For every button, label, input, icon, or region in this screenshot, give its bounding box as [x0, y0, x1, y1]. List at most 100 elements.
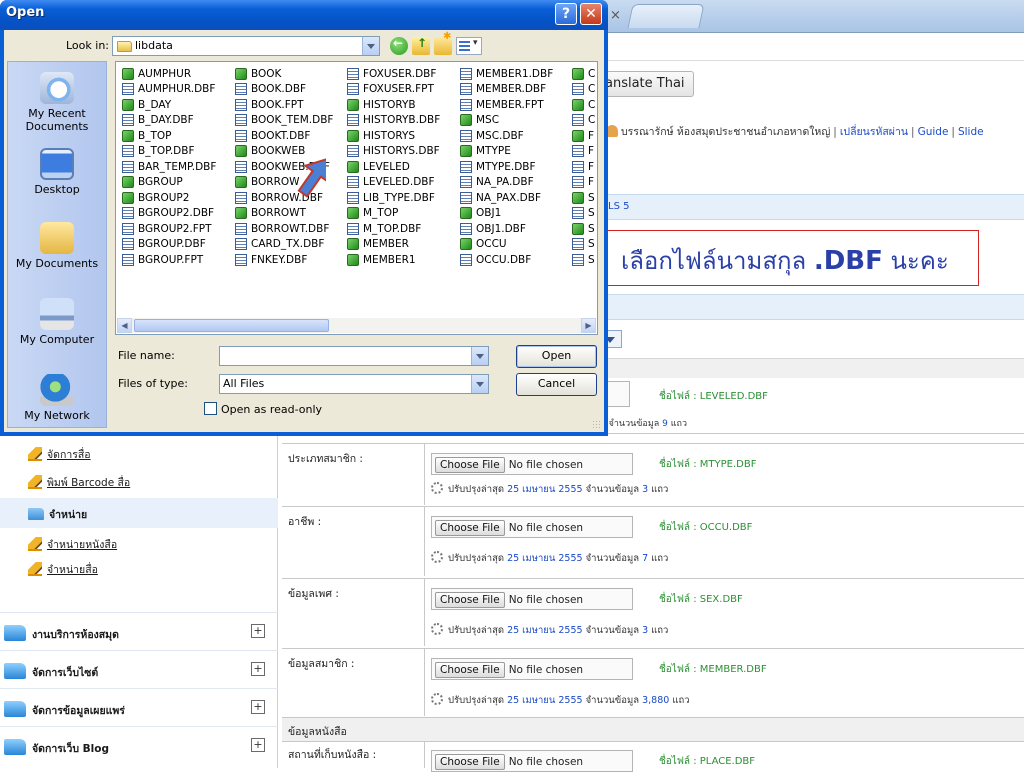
file-item[interactable]: HISTORYS.DBF [347, 144, 440, 160]
file-item[interactable]: BGROUP [122, 175, 216, 191]
file-item[interactable]: B_TOP.DBF [122, 144, 216, 160]
help-button[interactable]: ? [555, 3, 577, 25]
file-list[interactable]: AUMPHUR AUMPHUR.DBF B_DAY B_DAY.DBF B_TOP B_T… [115, 61, 598, 335]
file-item[interactable]: F [572, 175, 595, 191]
file-name-input[interactable] [219, 346, 489, 366]
new-folder-icon[interactable] [434, 31, 452, 55]
views-menu-icon[interactable] [456, 37, 482, 55]
sidebar-group-manage-website[interactable]: จัดการเว็บไซต์ + [0, 650, 278, 688]
file-item[interactable]: HISTORYB.DBF [347, 113, 440, 129]
file-item[interactable]: BGROUP2 [122, 190, 216, 206]
sidebar-item-dispose[interactable]: จำหน่าย [28, 506, 87, 523]
file-input[interactable]: Choose File No file chosen [431, 588, 633, 610]
file-item[interactable]: MEMBER1 [347, 252, 440, 268]
file-item[interactable]: BOOKT.DBF [235, 128, 333, 144]
file-item[interactable]: BGROUP2.DBF [122, 206, 216, 222]
file-item[interactable]: S [572, 221, 595, 237]
file-item[interactable]: CARD_TX.DBF [235, 237, 333, 253]
file-item[interactable]: BOOK [235, 66, 333, 82]
read-only-checkbox[interactable]: Open as read-only [204, 402, 322, 416]
sidebar-item-manage-media[interactable]: จัดการสื่อ [28, 446, 91, 463]
file-item[interactable]: BOOK_TEM.DBF [235, 113, 333, 129]
file-item[interactable]: S [572, 190, 595, 206]
choose-file-button[interactable]: Choose File [435, 520, 505, 536]
file-item[interactable]: OBJ1.DBF [460, 221, 553, 237]
resize-grip-icon[interactable] [592, 420, 602, 430]
file-item[interactable]: M_TOP.DBF [347, 221, 440, 237]
sidebar-item-dispose-books[interactable]: จำหน่ายหนังสือ [28, 536, 117, 553]
file-item[interactable]: MEMBER1.DBF [460, 66, 553, 82]
slide-link[interactable]: Slide [958, 126, 984, 138]
choose-file-button[interactable]: Choose File [435, 457, 505, 473]
files-of-type-dropdown[interactable]: All Files [219, 374, 489, 394]
choose-file-button[interactable]: Choose File [435, 592, 505, 608]
choose-file-button[interactable]: Choose File [435, 662, 505, 678]
expand-icon[interactable]: + [251, 700, 265, 714]
file-input[interactable]: Choose File No file chosen [431, 750, 633, 772]
translate-button[interactable]: anslate Thai [598, 71, 694, 97]
new-tab-button[interactable] [627, 4, 705, 28]
file-item[interactable]: LEVELED.DBF [347, 175, 440, 191]
file-item[interactable]: S [572, 206, 595, 222]
file-item[interactable]: MTYPE [460, 144, 553, 160]
chevron-down-icon[interactable] [362, 37, 379, 55]
file-input[interactable]: Choose File No file chosen [431, 453, 633, 475]
file-item[interactable]: FNKEY.DBF [235, 252, 333, 268]
file-item[interactable]: MEMBER.DBF [460, 82, 553, 98]
file-item[interactable]: MSC.DBF [460, 128, 553, 144]
place-desktop[interactable]: Desktop [8, 148, 106, 196]
file-item[interactable]: B_DAY [122, 97, 216, 113]
place-my-documents[interactable]: My Documents [8, 222, 106, 270]
scroll-left-icon[interactable]: ◀ [117, 318, 132, 333]
file-item[interactable]: BORROWT.DBF [235, 221, 333, 237]
sidebar-group-manage-publish[interactable]: จัดการข้อมูลเผยแพร่ + [0, 688, 278, 726]
chevron-down-icon[interactable] [471, 375, 488, 393]
sidebar-group-library-services[interactable]: งานบริการห้องสมุด + [0, 612, 278, 650]
file-item[interactable]: HISTORYS [347, 128, 440, 144]
file-item[interactable]: F [572, 144, 595, 160]
up-folder-icon[interactable] [412, 36, 430, 55]
file-item[interactable]: F [572, 128, 595, 144]
tab-close-button[interactable]: × [610, 8, 621, 23]
file-item[interactable]: C [572, 82, 595, 98]
file-item[interactable]: MTYPE.DBF [460, 159, 553, 175]
file-item[interactable]: BOOK.FPT [235, 97, 333, 113]
file-item[interactable]: AUMPHUR [122, 66, 216, 82]
sidebar-item-dispose-media[interactable]: จำหน่ายสื่อ [28, 561, 98, 578]
file-item[interactable]: MEMBER [347, 237, 440, 253]
file-item[interactable]: NA_PA.DBF [460, 175, 553, 191]
file-item[interactable]: MSC [460, 113, 553, 129]
file-item[interactable]: F [572, 159, 595, 175]
file-item[interactable]: S [572, 252, 595, 268]
scroll-right-icon[interactable]: ▶ [581, 318, 596, 333]
horizontal-scrollbar[interactable]: ◀ ▶ [117, 318, 596, 333]
expand-icon[interactable]: + [251, 662, 265, 676]
place-my-computer[interactable]: My Computer [8, 298, 106, 346]
checkbox-icon[interactable] [204, 402, 217, 415]
expand-icon[interactable]: + [251, 738, 265, 752]
file-item[interactable]: BGROUP2.FPT [122, 221, 216, 237]
file-item[interactable]: FOXUSER.FPT [347, 82, 440, 98]
look-in-dropdown[interactable]: libdata [112, 36, 380, 56]
file-item[interactable]: C [572, 97, 595, 113]
file-item[interactable]: OBJ1 [460, 206, 553, 222]
scrollbar-thumb[interactable] [134, 319, 329, 332]
file-item[interactable]: OCCU [460, 237, 553, 253]
dialog-titlebar[interactable]: Open ? ✕ [0, 0, 608, 30]
file-item[interactable]: C [572, 113, 595, 129]
file-input[interactable]: Choose File No file chosen [431, 516, 633, 538]
guide-link[interactable]: Guide [918, 126, 949, 138]
place-my-network[interactable]: My Network [8, 374, 106, 422]
close-button[interactable]: ✕ [580, 3, 602, 25]
file-item[interactable]: MEMBER.FPT [460, 97, 553, 113]
place-my-recent-documents[interactable]: My Recent Documents [8, 72, 106, 133]
file-item[interactable]: HISTORYB [347, 97, 440, 113]
cancel-button[interactable]: Cancel [516, 373, 597, 396]
file-item[interactable]: BGROUP.FPT [122, 252, 216, 268]
sidebar-group-manage-blog[interactable]: จัดการเว็บ Blog + [0, 726, 278, 764]
file-item[interactable]: FOXUSER.DBF [347, 66, 440, 82]
file-item[interactable]: BOOK.DBF [235, 82, 333, 98]
file-item[interactable]: BAR_TEMP.DBF [122, 159, 216, 175]
change-password-link[interactable]: เปลี่ยนรหัสผ่าน [840, 126, 908, 138]
expand-icon[interactable]: + [251, 624, 265, 638]
